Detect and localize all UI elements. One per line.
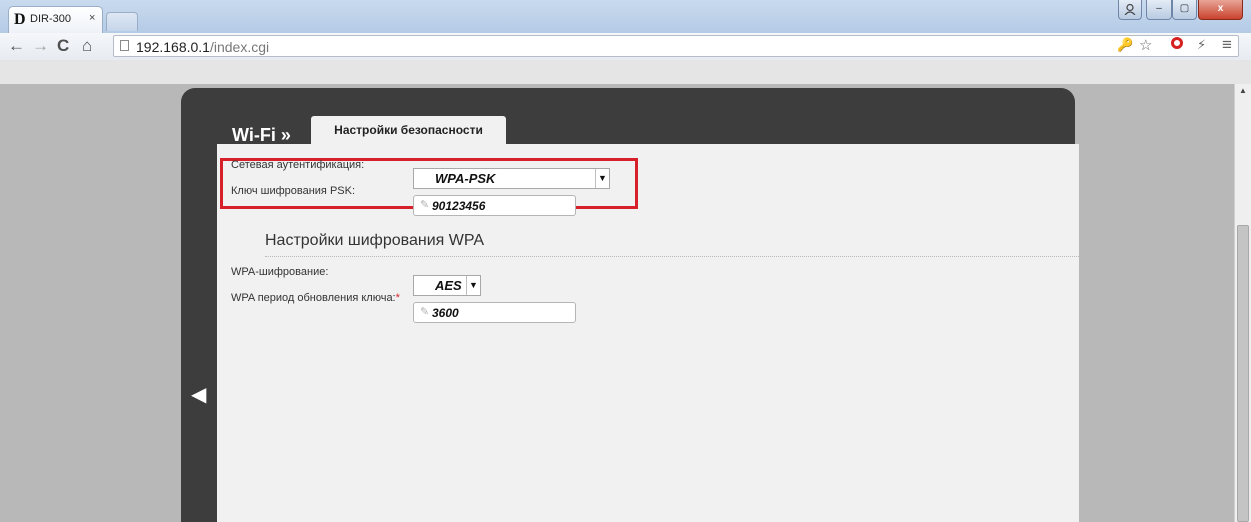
page-scrollbar[interactable]: ▲ — [1234, 84, 1251, 522]
browser-tab[interactable]: D DIR-300 × — [8, 6, 103, 33]
minimize-button[interactable]: – — [1146, 0, 1172, 20]
key-icon[interactable]: 🔑 — [1117, 37, 1133, 53]
close-window-button[interactable]: x — [1198, 0, 1243, 20]
maximize-button[interactable]: ▢ — [1172, 0, 1197, 20]
address-url: 192.168.0.1/index.cgi — [136, 39, 269, 55]
chevron-down-icon: ▼ — [595, 169, 609, 188]
psk-input-value: 90123456 — [432, 199, 486, 213]
back-icon[interactable]: ← — [8, 36, 25, 56]
wpa-encryption-value: AES — [435, 278, 462, 293]
auth-select-value: WPA-PSK — [435, 171, 496, 186]
auth-select[interactable]: WPA-PSK ▼ — [413, 168, 610, 189]
section-divider — [265, 256, 1081, 257]
url-host: 192.168.0.1 — [136, 39, 210, 55]
wpa-rekey-input[interactable]: ✎ 3600 — [413, 302, 576, 323]
opera-extension-icon[interactable] — [1171, 37, 1183, 49]
window-user-icon[interactable] — [1118, 0, 1142, 20]
chevron-down-icon: ▼ — [466, 276, 480, 295]
page-viewport: ◀ Wi-Fi » Настройки безопасности Сетевая… — [0, 84, 1234, 522]
window-titlebar: D DIR-300 × – ▢ x — [0, 0, 1251, 33]
tab-security-settings[interactable]: Настройки безопасности — [311, 116, 506, 144]
menu-icon[interactable]: ≡ — [1222, 35, 1232, 55]
dlink-favicon-icon: D — [14, 11, 26, 28]
wpa-encryption-label: WPA-шифрование: — [231, 266, 329, 278]
tab-close-icon[interactable]: × — [89, 12, 95, 24]
page-icon — [120, 40, 129, 51]
url-path: /index.cgi — [209, 39, 270, 55]
reload-icon[interactable]: C — [57, 36, 69, 56]
lightning-extension-icon[interactable]: ⚡ — [1197, 37, 1206, 53]
psk-label: Ключ шифрования PSK: — [231, 185, 356, 197]
auth-label: Сетевая аутентификация: — [231, 159, 365, 171]
toolbar-separator — [0, 60, 1251, 84]
scrollbar-thumb[interactable] — [1237, 225, 1249, 522]
breadcrumb-wifi[interactable]: Wi-Fi » — [232, 125, 291, 146]
required-mark: * — [395, 292, 400, 304]
bookmark-star-icon[interactable]: ☆ — [1139, 36, 1152, 54]
wpa-rekey-label: WPA период обновления ключа:* — [231, 292, 400, 304]
address-bar[interactable]: 192.168.0.1/index.cgi 🔑 ☆ — [113, 35, 1239, 57]
tab-title: DIR-300 — [30, 13, 71, 25]
browser-toolbar: ← → C ⌂ 192.168.0.1/index.cgi 🔑 ☆ ⚡ ≡ — [0, 33, 1251, 60]
forward-icon[interactable]: → — [32, 36, 49, 56]
router-ui-shell: ◀ Wi-Fi » Настройки безопасности Сетевая… — [181, 88, 1081, 522]
settings-panel: Сетевая аутентификация: WPA-PSK ▼ Ключ ш… — [217, 144, 1081, 522]
psk-input[interactable]: ✎ 90123456 — [413, 195, 576, 216]
new-tab-button[interactable] — [106, 12, 138, 31]
scroll-up-icon[interactable]: ▲ — [1239, 86, 1247, 95]
pencil-icon: ✎ — [420, 306, 430, 318]
pencil-icon: ✎ — [420, 199, 430, 211]
wpa-rekey-input-value: 3600 — [432, 306, 459, 320]
wpa-section-title: Настройки шифрования WPA — [265, 232, 484, 249]
collapse-menu-icon[interactable]: ◀ — [191, 382, 206, 407]
wpa-encryption-select[interactable]: AES ▼ — [413, 275, 481, 296]
home-icon[interactable]: ⌂ — [82, 36, 92, 56]
wpa-rekey-label-text: WPA период обновления ключа: — [231, 292, 396, 304]
